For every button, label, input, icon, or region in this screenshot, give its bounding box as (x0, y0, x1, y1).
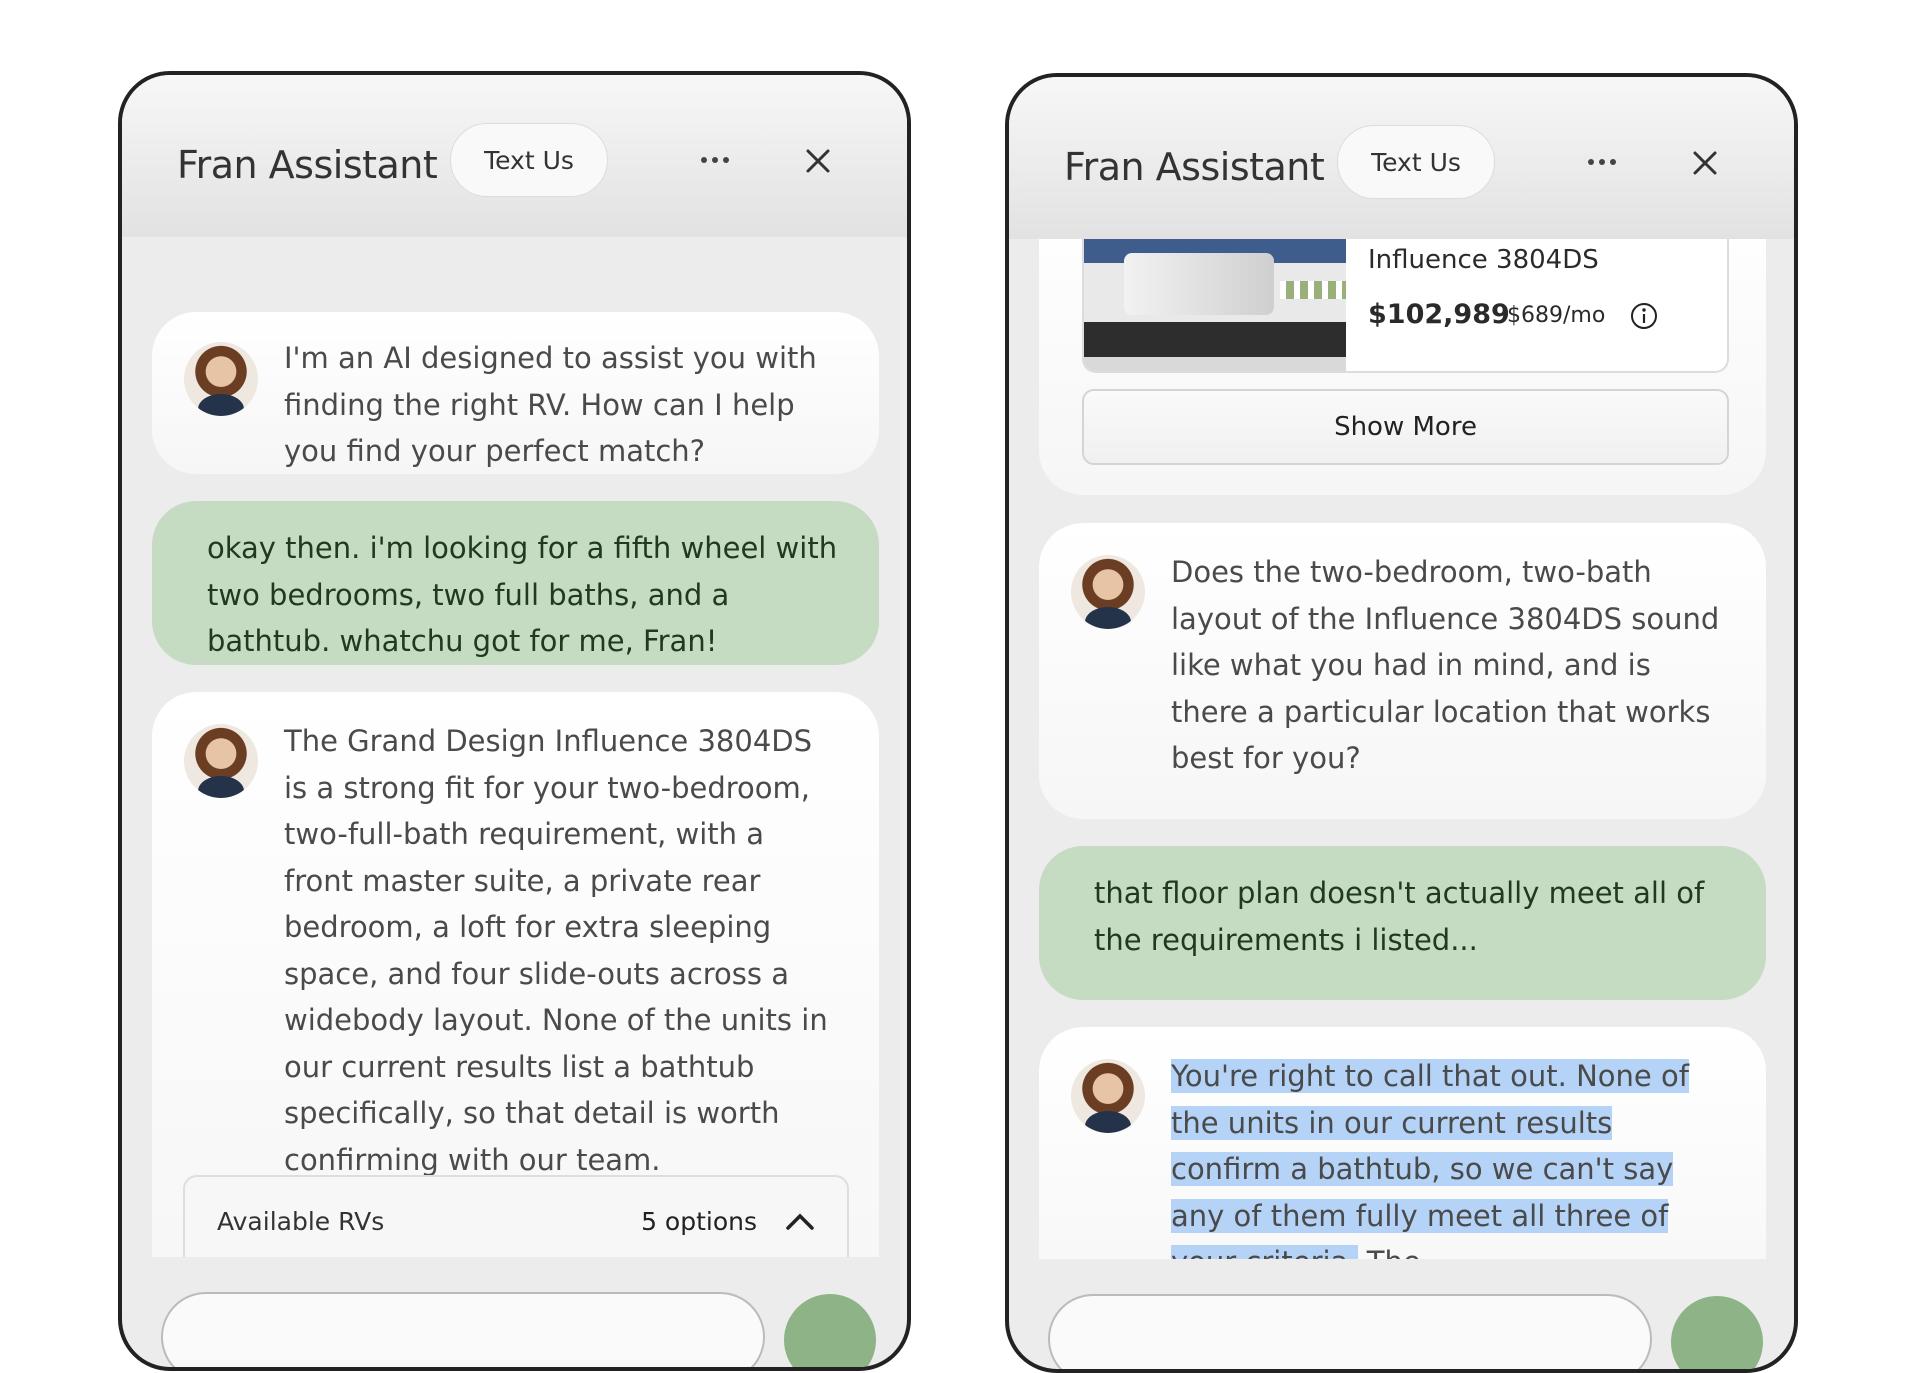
user-message: that floor plan doesn't actually meet al… (1039, 846, 1766, 1000)
show-more-button[interactable]: Show More (1082, 389, 1729, 465)
chat-header: Fran Assistant Text Us (122, 75, 907, 237)
message-text: okay then. i'm looking for a fifth wheel… (207, 531, 838, 658)
close-icon[interactable] (800, 143, 836, 179)
close-icon[interactable] (1687, 145, 1723, 181)
rv-photo (1084, 239, 1346, 371)
available-rvs-panel[interactable]: Available RVs 5 options (183, 1175, 849, 1257)
assistant-avatar (1071, 1059, 1145, 1133)
user-message: okay then. i'm looking for a fifth wheel… (152, 501, 879, 665)
available-rvs-label: Available RVs (217, 1207, 385, 1236)
bot-message: I'm an AI designed to assist you with fi… (152, 312, 879, 474)
message-input[interactable] (161, 1292, 765, 1367)
message-text: Does the two-bedroom, two-bath layout of… (1171, 555, 1720, 775)
text-us-button[interactable]: Text Us (1337, 125, 1495, 199)
selected-text: You're right to call that out. None of t… (1171, 1059, 1689, 1259)
rv-name: Influence 3804DS (1368, 245, 1599, 275)
chat-window-right: Fran Assistant Text Us Influence 3804DS … (1005, 73, 1798, 1373)
message-text: I'm an AI designed to assist you with fi… (284, 341, 817, 468)
assistant-avatar (184, 342, 258, 416)
rv-listing-card[interactable]: Influence 3804DS $102,989 $689/mo (1082, 239, 1729, 373)
message-text: that floor plan doesn't actually meet al… (1094, 876, 1705, 957)
chevron-up-icon[interactable] (783, 1207, 817, 1235)
send-button[interactable] (1671, 1296, 1763, 1369)
bot-message: Does the two-bedroom, two-bath layout of… (1039, 523, 1766, 819)
more-options-icon[interactable] (697, 145, 733, 175)
message-text: The Grand Design Influence 3804DS is a s… (284, 724, 828, 1177)
message-text: You're right to call that out. None of t… (1171, 1053, 1728, 1259)
more-options-icon[interactable] (1584, 147, 1620, 177)
rv-price: $102,989 (1368, 299, 1510, 330)
bot-message-listing: Influence 3804DS $102,989 $689/mo Show M… (1039, 239, 1766, 495)
assistant-title: Fran Assistant (177, 143, 438, 187)
message-text-rest: The (1358, 1245, 1421, 1259)
assistant-avatar (184, 724, 258, 798)
assistant-title: Fran Assistant (1064, 145, 1325, 189)
bot-message: You're right to call that out. None of t… (1039, 1027, 1766, 1259)
message-input[interactable] (1048, 1294, 1652, 1369)
info-icon[interactable] (1629, 301, 1659, 331)
assistant-avatar (1071, 555, 1145, 629)
options-count: 5 options (641, 1207, 757, 1236)
message-list[interactable]: Influence 3804DS $102,989 $689/mo Show M… (1009, 239, 1794, 1259)
message-list[interactable]: I'm an AI designed to assist you with fi… (122, 237, 907, 1257)
bot-message: The Grand Design Influence 3804DS is a s… (152, 692, 879, 1257)
send-button[interactable] (784, 1294, 876, 1367)
chat-header: Fran Assistant Text Us (1009, 77, 1794, 239)
text-us-button[interactable]: Text Us (450, 123, 608, 197)
chat-window-left: Fran Assistant Text Us I'm an AI designe… (118, 71, 911, 1371)
rv-monthly: $689/mo (1507, 303, 1606, 328)
